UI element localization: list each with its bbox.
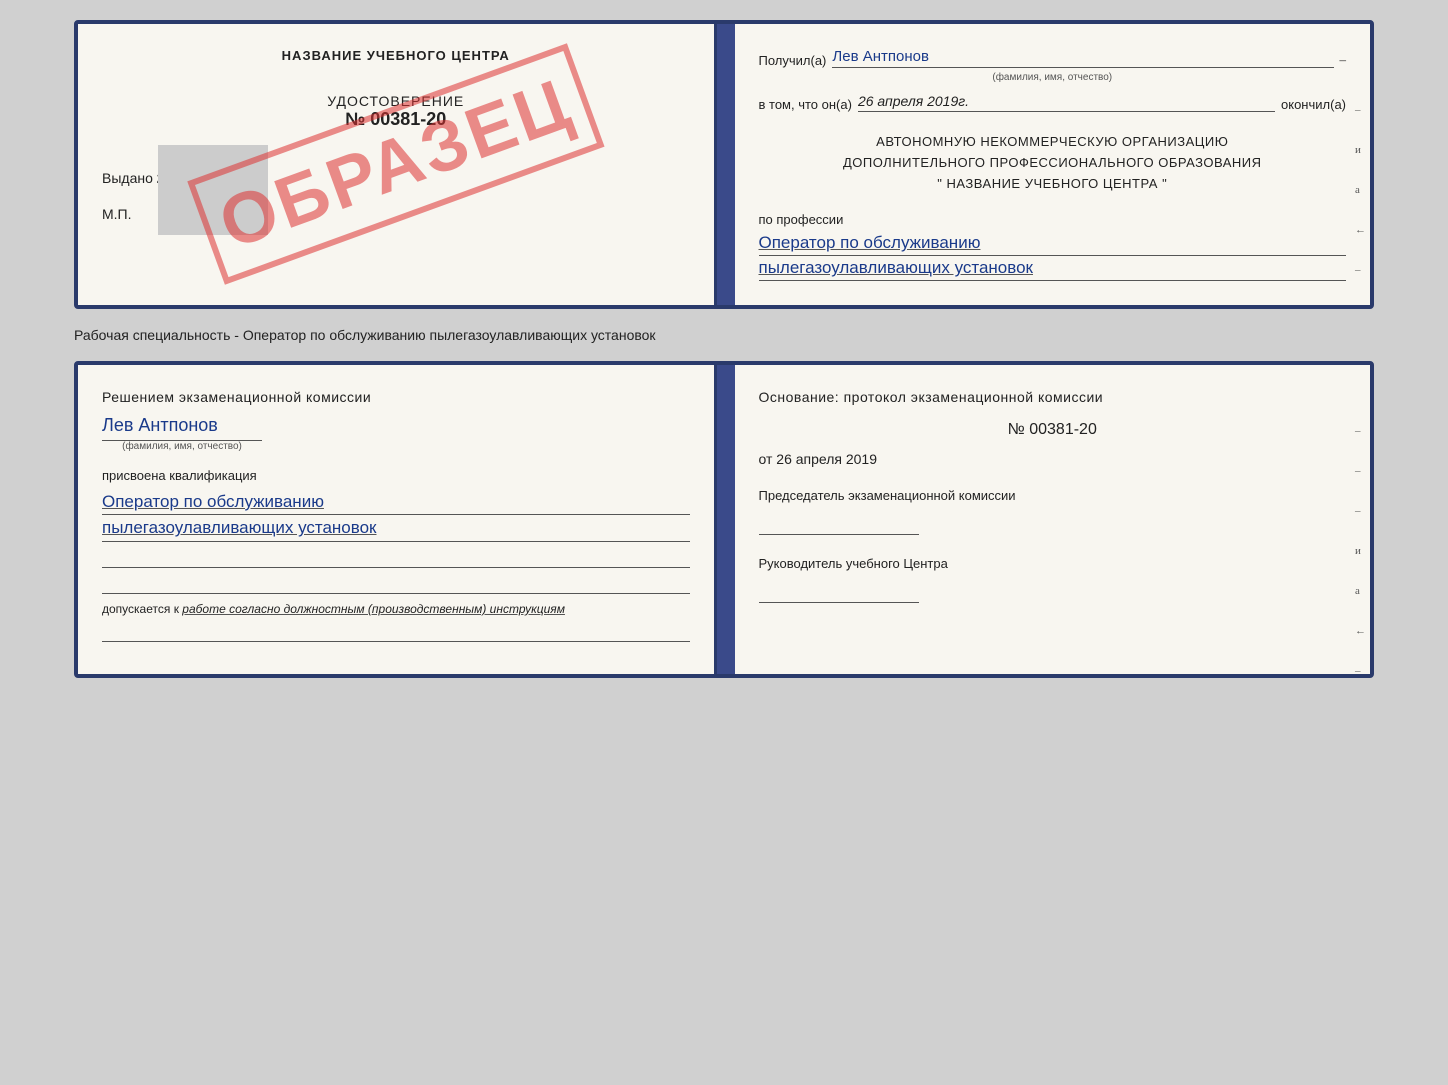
blank-line-3 bbox=[102, 624, 690, 642]
org-block: АВТОНОМНУЮ НЕКОММЕРЧЕСКУЮ ОРГАНИЗАЦИЮ ДО… bbox=[759, 132, 1347, 194]
director-block: Руководитель учебного Центра bbox=[759, 555, 1347, 603]
person-name: Лев Антпонов bbox=[102, 415, 690, 436]
basis-title: Основание: протокол экзаменационной коми… bbox=[759, 389, 1347, 405]
received-label: Получил(а) bbox=[759, 53, 827, 68]
director-signature-line bbox=[759, 579, 919, 603]
qualification-label: присвоена квалификация bbox=[102, 468, 690, 483]
decision-title: Решением экзаменационной комиссии bbox=[102, 389, 690, 405]
cert-label: УДОСТОВЕРЕНИЕ bbox=[102, 93, 690, 109]
received-row: Получил(а) Лев Антпонов – bbox=[759, 48, 1347, 68]
blank-line-1 bbox=[102, 550, 690, 568]
protocol-date: от 26 апреля 2019 bbox=[759, 451, 1347, 467]
separator-label: Рабочая специальность - Оператор по обсл… bbox=[74, 327, 1374, 343]
blank-line-2 bbox=[102, 576, 690, 594]
right-side-marks: – – – и а ← – – – – bbox=[1355, 425, 1366, 678]
chairman-signature-line bbox=[759, 511, 919, 535]
director-title: Руководитель учебного Центра bbox=[759, 555, 1347, 573]
profession-line1: Оператор по обслуживанию bbox=[759, 231, 1347, 256]
profession-label: по профессии bbox=[759, 212, 1347, 227]
fio-sub: (фамилия, имя, отчество) bbox=[759, 72, 1347, 83]
bottom-right-page: Основание: протокол экзаменационной коми… bbox=[735, 365, 1371, 674]
cert-right-page: Получил(а) Лев Антпонов – (фамилия, имя,… bbox=[735, 24, 1371, 305]
received-field: Получил(а) Лев Антпонов – (фамилия, имя,… bbox=[759, 48, 1347, 83]
qualification-line1: Оператор по обслуживанию bbox=[102, 489, 690, 516]
cert-left-page: НАЗВАНИЕ УЧЕБНОГО ЦЕНТРА ОБРАЗЕЦ УДОСТОВ… bbox=[78, 24, 717, 305]
admission-text: допускается к работе согласно должностны… bbox=[102, 602, 690, 616]
received-name: Лев Антпонов bbox=[832, 48, 1333, 68]
protocol-number: № 00381-20 bbox=[759, 421, 1347, 439]
cert-number-section: УДОСТОВЕРЕНИЕ № 00381-20 bbox=[102, 93, 690, 130]
bottom-left-page: Решением экзаменационной комиссии Лев Ан… bbox=[78, 365, 717, 674]
cert-school-title: НАЗВАНИЕ УЧЕБНОГО ЦЕНТРА bbox=[102, 48, 690, 63]
cert-number: № 00381-20 bbox=[102, 109, 690, 130]
date-prefix: от bbox=[759, 451, 773, 467]
org-line2: ДОПОЛНИТЕЛЬНОГО ПРОФЕССИОНАЛЬНОГО ОБРАЗО… bbox=[759, 153, 1347, 174]
org-line3: " НАЗВАНИЕ УЧЕБНОГО ЦЕНТРА " bbox=[759, 174, 1347, 195]
admission-content: работе согласно должностным (производств… bbox=[182, 602, 565, 616]
date-row: в том, что он(а) 26 апреля 2019г. окончи… bbox=[759, 93, 1347, 112]
bottom-certificate-book: Решением экзаменационной комиссии Лев Ан… bbox=[74, 361, 1374, 678]
side-marks: – и а ← – – – bbox=[1355, 104, 1366, 309]
top-certificate-book: НАЗВАНИЕ УЧЕБНОГО ЦЕНТРА ОБРАЗЕЦ УДОСТОВ… bbox=[74, 20, 1374, 309]
date-field: в том, что он(а) 26 апреля 2019г. окончи… bbox=[759, 93, 1347, 116]
chairman-block: Председатель экзаменационной комиссии bbox=[759, 487, 1347, 535]
admission-prefix: допускается к bbox=[102, 602, 179, 616]
document-container: НАЗВАНИЕ УЧЕБНОГО ЦЕНТРА ОБРАЗЕЦ УДОСТОВ… bbox=[74, 20, 1374, 678]
date-value: 26 апреля 2019г. bbox=[858, 93, 1275, 112]
photo-placeholder bbox=[158, 145, 268, 235]
fio-small-label: (фамилия, имя, отчество) bbox=[102, 440, 262, 452]
book-spine bbox=[717, 24, 735, 305]
completed-label: окончил(а) bbox=[1281, 97, 1346, 112]
profession-line2: пылегазоулавливающих установок bbox=[759, 256, 1347, 281]
date-prefix-label: в том, что он(а) bbox=[759, 97, 852, 112]
issued-label: Выдано bbox=[102, 170, 153, 186]
bottom-spine bbox=[717, 365, 735, 674]
org-line1: АВТОНОМНУЮ НЕКОММЕРЧЕСКУЮ ОРГАНИЗАЦИЮ bbox=[759, 132, 1347, 153]
protocol-date-value: 26 апреля 2019 bbox=[776, 451, 877, 467]
qualification-line2: пылегазоулавливающих установок bbox=[102, 515, 690, 542]
chairman-title: Председатель экзаменационной комиссии bbox=[759, 487, 1347, 505]
